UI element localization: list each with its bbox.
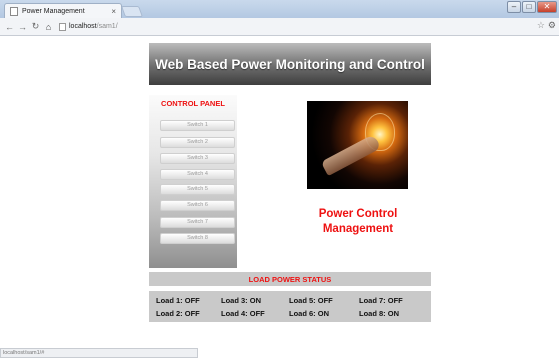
switch-7-button[interactable]: Switch 7 <box>160 217 235 228</box>
wrench-icon[interactable]: ⚙ <box>548 20 556 31</box>
switch-4-button[interactable]: Switch 4 <box>160 169 235 180</box>
hand-illustration <box>320 133 382 177</box>
switch-5-button[interactable]: Switch 5 <box>160 184 235 195</box>
browser-status-url: localhost/sam1/# <box>0 348 198 358</box>
page-header: Web Based Power Monitoring and Control <box>149 43 431 85</box>
switch-2-button[interactable]: Switch 2 <box>160 137 235 148</box>
star-icon[interactable]: ☆ <box>537 20 545 31</box>
browser-tab[interactable]: Power Management × <box>4 3 122 18</box>
load-status-grid: Load 1: OFF Load 2: OFF Load 3: ON Load … <box>149 291 431 322</box>
page-title: Web Based Power Monitoring and Control <box>155 56 425 72</box>
brand-line-2: Management <box>322 223 394 235</box>
address-host: localhost <box>69 23 97 30</box>
load-3-status: Load 3: ON <box>221 296 262 305</box>
load-status-title: LOAD POWER STATUS <box>248 274 332 284</box>
browser-titlebar: Power Management × – □ ✕ <box>0 0 559 18</box>
close-window-button[interactable]: ✕ <box>537 1 557 13</box>
load-2-status: Load 2: OFF <box>156 309 200 318</box>
control-panel-title: CONTROL PANEL <box>161 99 225 108</box>
light-bulb-image <box>307 101 408 189</box>
minimize-button[interactable]: – <box>507 1 521 13</box>
tab-title: Power Management <box>22 7 85 15</box>
page-icon <box>59 22 66 31</box>
address-bar[interactable]: localhost /sam1/ <box>59 22 118 31</box>
reload-icon[interactable]: ↻ <box>30 21 41 32</box>
tab-close-icon[interactable]: × <box>111 7 116 16</box>
load-4-status: Load 4: OFF <box>221 309 265 318</box>
switch-6-button[interactable]: Switch 6 <box>160 200 235 211</box>
back-arrow-icon[interactable]: ← <box>4 22 15 32</box>
load-6-status: Load 6: ON <box>289 309 330 318</box>
maximize-button[interactable]: □ <box>522 1 536 13</box>
browser-toolbar: ← → ↻ ⌂ localhost /sam1/ ☆ ⚙ <box>0 18 559 36</box>
load-1-status: Load 1: OFF <box>156 296 200 305</box>
switch-1-button[interactable]: Switch 1 <box>160 120 235 131</box>
switch-3-button[interactable]: Switch 3 <box>160 153 235 164</box>
address-path: /sam1/ <box>96 23 118 30</box>
load-7-status: Load 7: OFF <box>359 296 403 305</box>
load-8-status: Load 8: ON <box>359 309 400 318</box>
forward-arrow-icon[interactable]: → <box>17 22 28 32</box>
load-5-status: Load 5: OFF <box>289 296 333 305</box>
new-tab-button[interactable] <box>120 6 144 17</box>
switch-8-button[interactable]: Switch 8 <box>160 233 235 244</box>
power-control-management-heading: Power Control Management <box>299 207 417 237</box>
home-icon[interactable]: ⌂ <box>43 22 54 32</box>
brand-line-1: Power Control <box>318 208 398 220</box>
page-icon <box>10 6 18 16</box>
load-status-header: LOAD POWER STATUS <box>149 272 431 286</box>
control-panel: CONTROL PANEL Switch 1 Switch 2 Switch 3… <box>149 95 237 268</box>
